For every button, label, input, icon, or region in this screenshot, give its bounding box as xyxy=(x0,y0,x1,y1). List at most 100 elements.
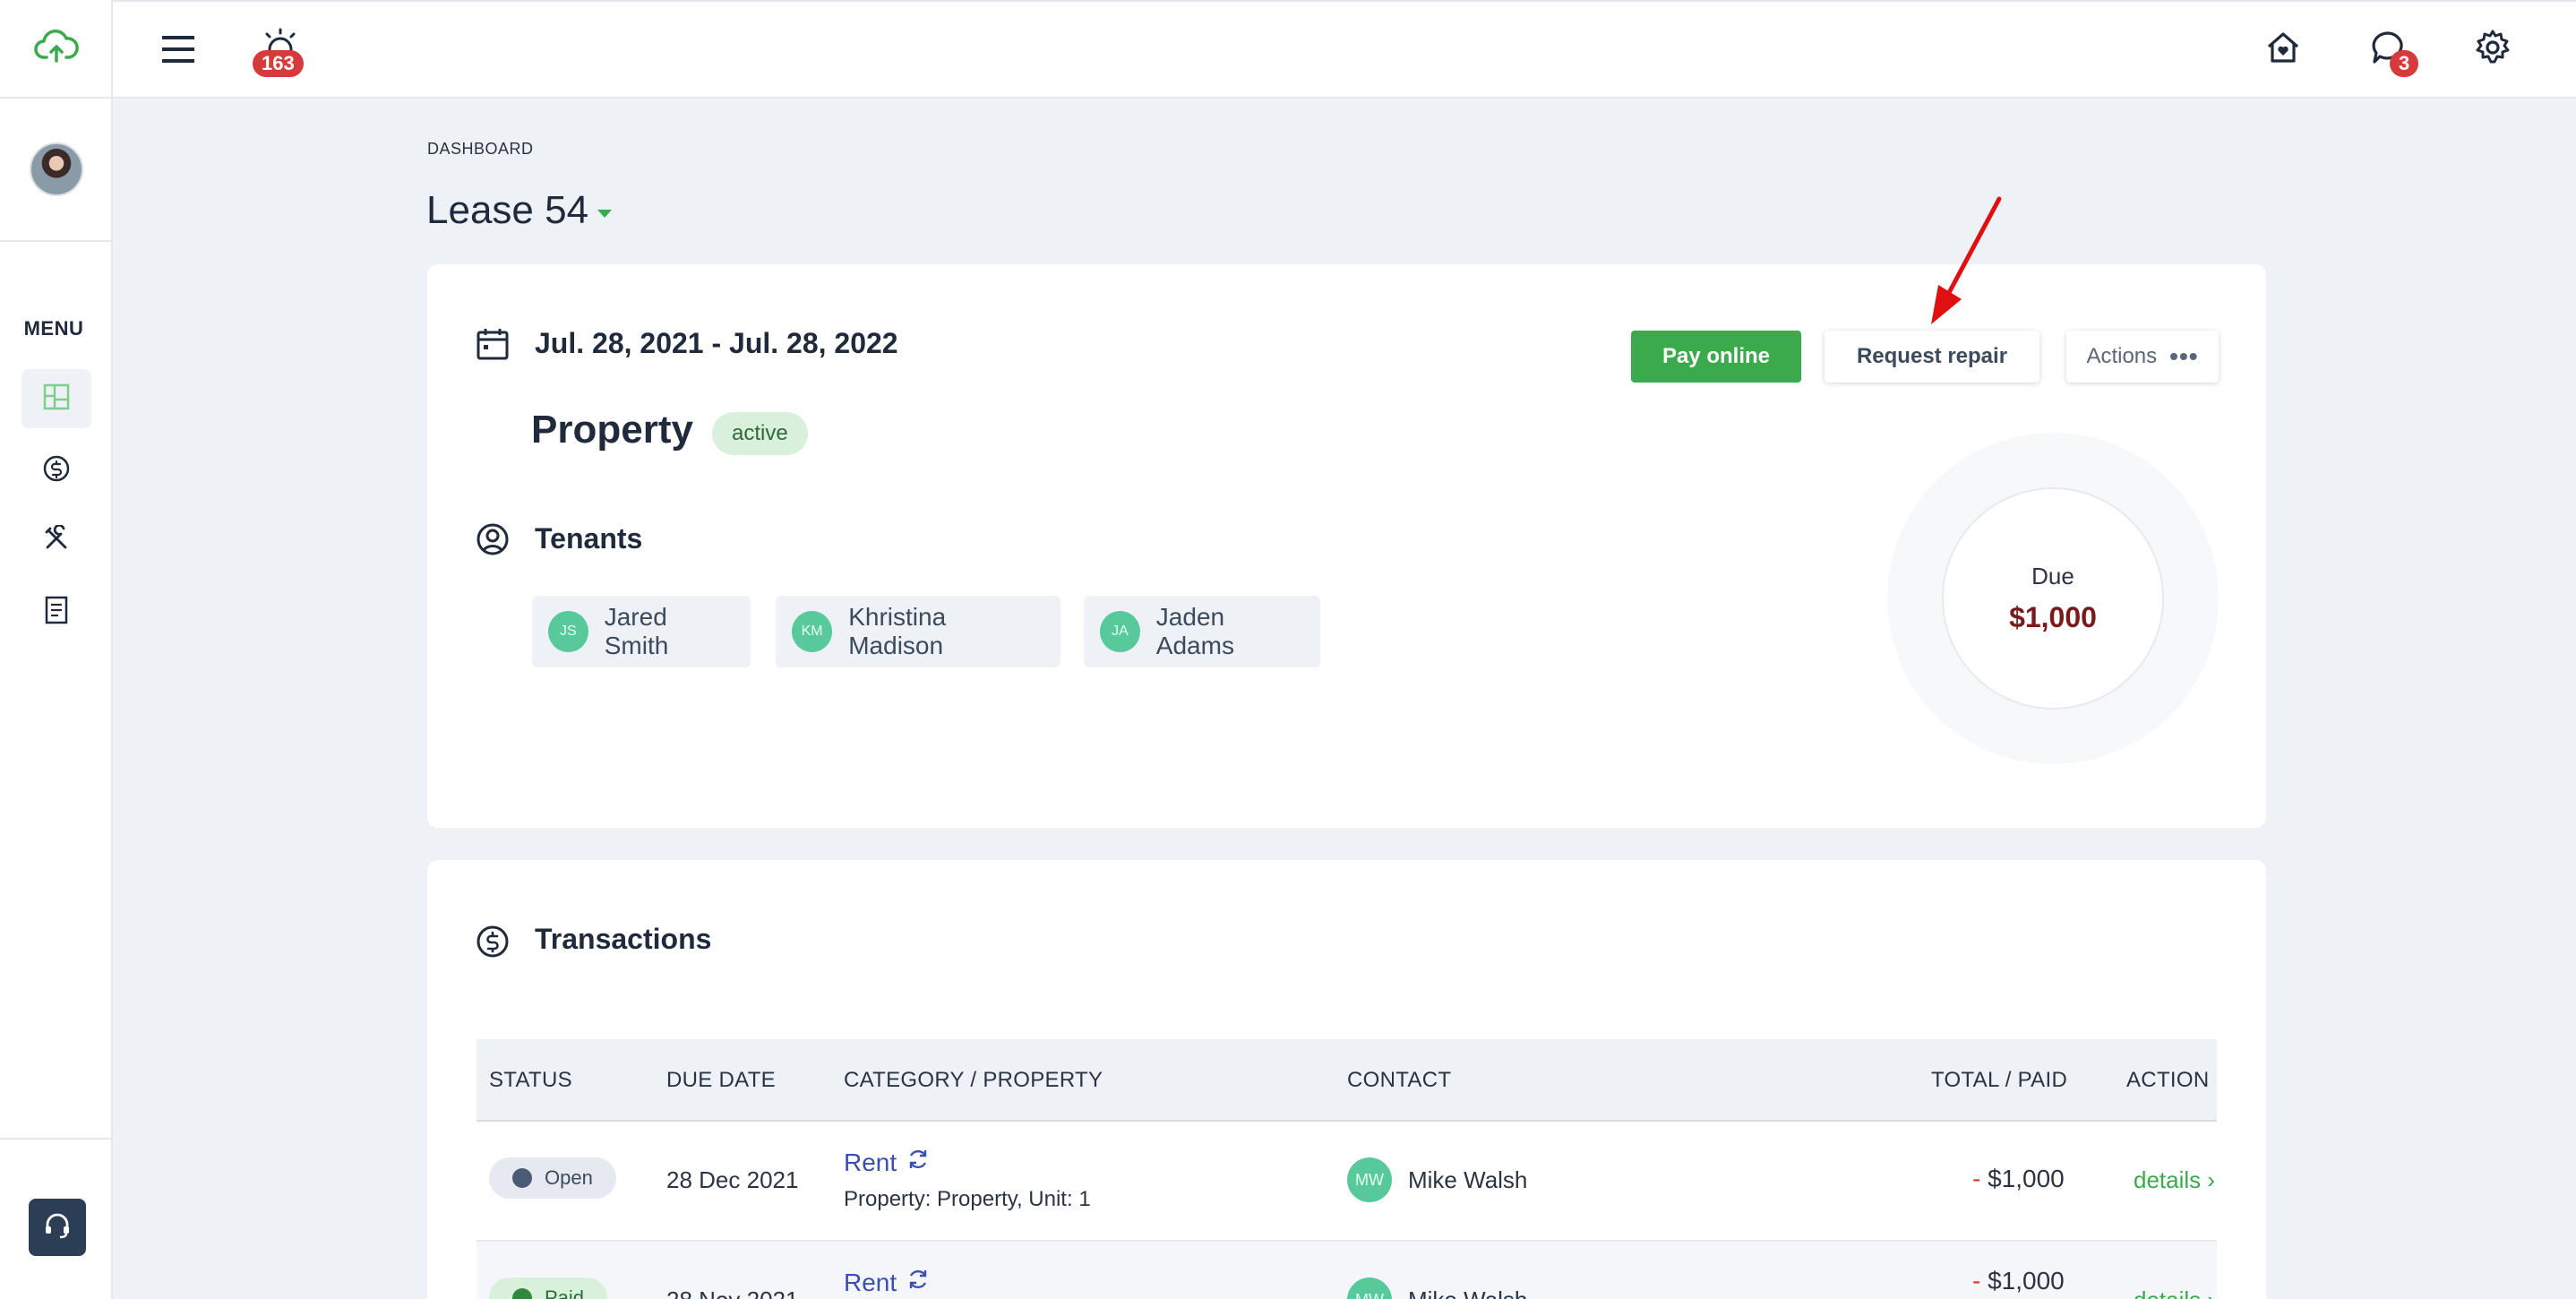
contact-name[interactable]: Mike Walsh xyxy=(1408,1286,1527,1299)
transactions-heading: Transactions xyxy=(535,923,712,955)
table-row[interactable]: Paid 28 Nov 2021 Rent MW Mike Walsh - $1… xyxy=(477,1242,2217,1299)
menu-toggle-button[interactable] xyxy=(156,29,201,73)
recurring-icon xyxy=(906,1267,931,1298)
cloud-upload-icon xyxy=(34,29,79,69)
lease-card: Jul. 28, 2021 - Jul. 28, 2022 Property a… xyxy=(427,264,2266,828)
avatar[interactable] xyxy=(30,142,83,196)
contact-cell: MW Mike Walsh xyxy=(1347,1277,1527,1299)
column-header[interactable]: STATUS xyxy=(489,1068,572,1093)
column-header[interactable]: CATEGORY / PROPERTY xyxy=(844,1068,1103,1093)
category-link[interactable]: Rent xyxy=(844,1267,931,1298)
category-text: Rent xyxy=(844,1268,897,1296)
negative-sign: - xyxy=(1972,1267,1981,1295)
column-header[interactable]: TOTAL / PAID xyxy=(1931,1068,2067,1093)
negative-sign: - xyxy=(1972,1165,1981,1192)
status-badge: Paid xyxy=(489,1277,608,1299)
tenant-name: Khristina Madison xyxy=(848,603,947,659)
due-amount: $1,000 xyxy=(2009,601,2097,633)
status-dot-icon xyxy=(512,1168,532,1188)
alerts-button[interactable]: 163 xyxy=(253,27,304,77)
total-amount: $1,000 xyxy=(1988,1267,2065,1295)
details-text: details xyxy=(2134,1166,2202,1193)
home-button[interactable] xyxy=(2261,27,2306,72)
recurring-icon xyxy=(906,1147,931,1178)
avatar: JA xyxy=(1100,611,1140,652)
dollar-icon xyxy=(476,925,510,963)
breadcrumb[interactable]: DASHBOARD xyxy=(427,140,534,159)
more-dots-icon: ••• xyxy=(2169,342,2199,370)
total-cell: - $1,000 xyxy=(1972,1165,2065,1193)
home-heart-icon xyxy=(2264,29,2302,71)
alerts-count-badge: 163 xyxy=(253,50,304,77)
dollar-icon xyxy=(42,454,71,487)
tenant-chip[interactable]: JA Jaden Adams xyxy=(1084,596,1320,667)
avatar: KM xyxy=(792,611,833,652)
messages-count-badge: 3 xyxy=(2390,50,2419,77)
total-amount: $1,000 xyxy=(1988,1165,2065,1192)
status-badge: Open xyxy=(489,1157,616,1199)
logo[interactable] xyxy=(0,0,113,99)
dashboard-icon xyxy=(43,383,70,415)
due-widget: Due $1,000 xyxy=(1887,433,2219,764)
annotation-arrow-icon xyxy=(1917,192,2006,331)
tenant-chip[interactable]: KM Khristina Madison xyxy=(776,596,1060,667)
sidebar-footer xyxy=(0,1138,113,1299)
calendar-icon xyxy=(476,327,510,366)
category-text: Rent xyxy=(844,1148,897,1176)
status-text: Open xyxy=(545,1166,593,1189)
settings-button[interactable] xyxy=(2470,27,2515,72)
details-link[interactable]: details › xyxy=(2134,1286,2215,1299)
status-badge: active xyxy=(712,412,808,455)
avatar: MW xyxy=(1347,1277,1392,1299)
hamburger-icon xyxy=(160,34,196,69)
sidebar-item-documents[interactable] xyxy=(21,582,91,641)
due-date: 28 Nov 2021 xyxy=(666,1286,798,1299)
due-circle: Due $1,000 xyxy=(1942,487,2164,710)
column-header[interactable]: DUE DATE xyxy=(666,1068,776,1093)
category-cell: Rent xyxy=(844,1267,931,1298)
sidebar-item-payments[interactable] xyxy=(21,441,91,500)
tenants-heading: Tenants xyxy=(535,522,643,555)
category-link[interactable]: Rent xyxy=(844,1147,1091,1178)
topbar: 163 3 xyxy=(113,0,2576,99)
tenant-name: Jaden Adams xyxy=(1155,603,1234,659)
gear-icon xyxy=(2473,28,2512,72)
sidebar-item-dashboard[interactable] xyxy=(21,369,91,428)
due-date: 28 Dec 2021 xyxy=(666,1166,799,1193)
user-avatar-area xyxy=(0,99,113,242)
page-title: Lease 54 xyxy=(426,188,589,232)
contact-name[interactable]: Mike Walsh xyxy=(1408,1166,1527,1194)
tenant-chip[interactable]: JS Jared Smith xyxy=(532,596,751,667)
contact-cell: MW Mike Walsh xyxy=(1347,1157,1527,1202)
table-row[interactable]: Open 28 Dec 2021 Rent Property: Property… xyxy=(477,1122,2217,1242)
sidebar-item-maintenance[interactable] xyxy=(21,511,91,570)
actions-button[interactable]: Actions ••• xyxy=(2066,331,2219,383)
user-circle-icon xyxy=(476,522,510,561)
details-link[interactable]: details › xyxy=(2134,1166,2215,1194)
status-text: Paid xyxy=(545,1286,585,1299)
actions-label: Actions xyxy=(2086,344,2158,368)
tenant-name: Jared Smith xyxy=(604,603,669,659)
tools-icon xyxy=(43,523,70,556)
request-repair-button[interactable]: Request repair xyxy=(1825,331,2039,383)
pay-online-button[interactable]: Pay online xyxy=(1631,331,1801,383)
check-circle-icon xyxy=(512,1288,532,1299)
transactions-card: Transactions STATUS DUE DATE CATEGORY / … xyxy=(427,860,2266,1299)
due-label: Due xyxy=(2031,563,2074,589)
property-name: Property xyxy=(531,408,693,452)
column-header[interactable]: ACTION xyxy=(2126,1068,2209,1093)
chevron-right-icon: › xyxy=(2207,1286,2215,1299)
table-header: STATUS DUE DATE CATEGORY / PROPERTY CONT… xyxy=(477,1039,2217,1122)
lease-date-range: Jul. 28, 2021 - Jul. 28, 2022 xyxy=(535,327,898,359)
column-header[interactable]: CONTACT xyxy=(1347,1068,1451,1093)
support-button[interactable] xyxy=(29,1199,86,1256)
chevron-right-icon: › xyxy=(2207,1166,2216,1193)
property-text: Property: Property, Unit: 1 xyxy=(844,1187,1091,1211)
avatar: JS xyxy=(548,611,588,652)
total-cell: - $1,000 xyxy=(1972,1267,2065,1295)
avatar: MW xyxy=(1347,1157,1392,1202)
messages-button[interactable]: 3 xyxy=(2366,27,2419,77)
category-cell: Rent Property: Property, Unit: 1 xyxy=(844,1147,1091,1212)
lease-selector[interactable]: Lease 54 xyxy=(426,188,613,233)
chevron-down-icon xyxy=(597,209,613,218)
